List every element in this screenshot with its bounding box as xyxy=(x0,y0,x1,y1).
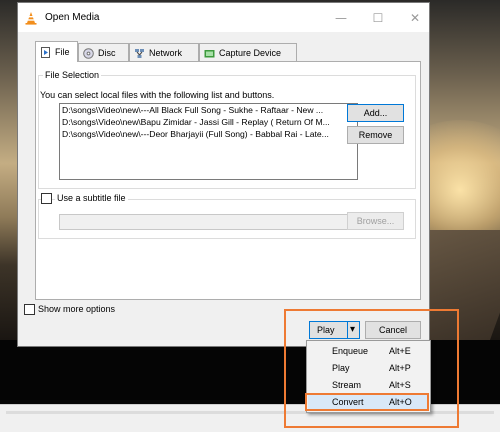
convert-highlight xyxy=(305,393,429,411)
subtitle-file-field[interactable] xyxy=(59,214,354,230)
capture-device-icon xyxy=(204,49,215,57)
show-more-options-checkbox[interactable] xyxy=(24,304,35,315)
window-title: Open Media xyxy=(45,12,100,23)
list-item[interactable]: D:\songs\Video\new\Bapu Zimidar - Jassi … xyxy=(60,116,357,128)
close-button[interactable]: ✕ xyxy=(406,9,424,27)
maximize-button[interactable]: ☐ xyxy=(369,9,387,27)
network-icon xyxy=(135,48,144,58)
open-media-dialog: Open Media — ☐ ✕ File Disc Network Captu… xyxy=(17,2,430,347)
title-bar[interactable]: Open Media — ☐ ✕ xyxy=(18,3,429,32)
tab-network[interactable]: Network xyxy=(129,43,199,62)
subtitle-checkbox-label: Use a subtitle file xyxy=(55,193,128,203)
tab-capture-device[interactable]: Capture Device xyxy=(199,43,297,62)
file-selection-info: You can select local files with the foll… xyxy=(40,90,275,100)
minimize-button[interactable]: — xyxy=(332,9,350,27)
file-icon xyxy=(41,46,50,58)
tab-file-label: File xyxy=(55,47,70,57)
list-item[interactable]: D:\songs\Video\new\---Deor Bharjayii (Fu… xyxy=(60,128,357,140)
browse-button[interactable]: Browse... xyxy=(347,212,404,230)
subtitle-checkbox[interactable] xyxy=(41,193,52,204)
file-selection-label: File Selection xyxy=(43,70,102,80)
add-button[interactable]: Add... xyxy=(347,104,404,122)
vlc-cone-icon xyxy=(25,12,37,25)
tab-network-label: Network xyxy=(149,48,183,58)
tab-disc[interactable]: Disc xyxy=(78,43,129,62)
list-item[interactable]: D:\songs\Video\new\---All Black Full Son… xyxy=(60,104,357,116)
remove-button[interactable]: Remove xyxy=(347,126,404,144)
disc-icon xyxy=(83,47,94,59)
tab-file[interactable]: File xyxy=(35,41,78,62)
show-more-options-label: Show more options xyxy=(38,304,116,314)
tab-capture-device-label: Capture Device xyxy=(219,48,282,58)
file-list[interactable]: D:\songs\Video\new\---All Black Full Son… xyxy=(59,103,358,180)
tab-disc-label: Disc xyxy=(98,48,116,58)
